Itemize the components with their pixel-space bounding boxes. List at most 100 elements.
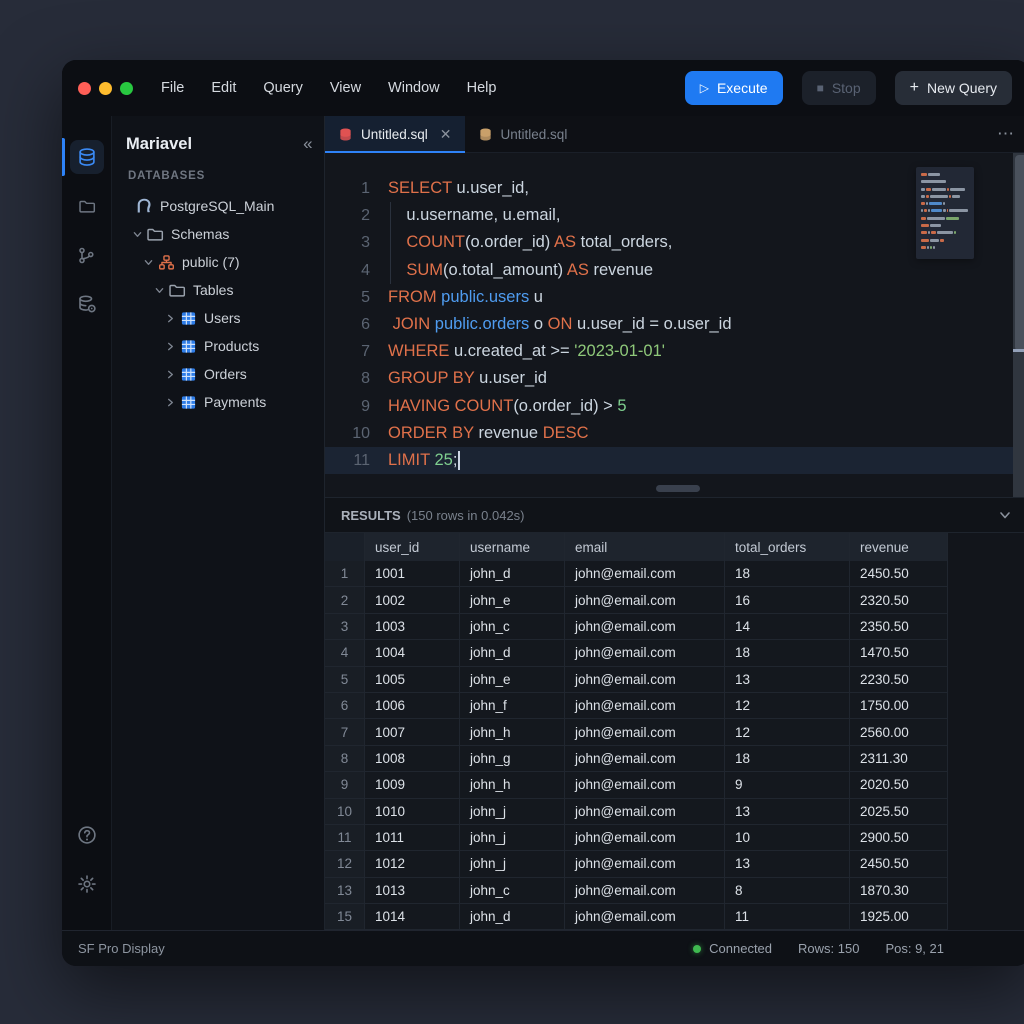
cell-revenue[interactable]: 2560.00 <box>850 719 948 744</box>
editor-scrollbar[interactable] <box>1013 153 1024 497</box>
rail-settings-gear-icon[interactable] <box>70 867 104 901</box>
cell-user_id[interactable]: 1010 <box>365 799 460 824</box>
cell-total_orders[interactable]: 12 <box>725 719 850 744</box>
cell-revenue[interactable]: 2025.50 <box>850 799 948 824</box>
cell-total_orders[interactable]: 10 <box>725 825 850 850</box>
rail-branch-icon[interactable] <box>70 238 104 272</box>
cell-email[interactable]: john@email.com <box>565 667 725 692</box>
rail-database-icon[interactable] <box>70 140 104 174</box>
cell-total_orders[interactable]: 14 <box>725 614 850 639</box>
cell-total_orders[interactable]: 12 <box>725 693 850 718</box>
cell-revenue[interactable]: 2350.50 <box>850 614 948 639</box>
tree-item-schemas[interactable]: Schemas <box>112 220 324 248</box>
menu-view[interactable]: View <box>330 80 361 96</box>
cell-username[interactable]: john_h <box>460 772 565 797</box>
cell-email[interactable]: john@email.com <box>565 799 725 824</box>
cell-revenue[interactable]: 1870.30 <box>850 878 948 903</box>
menu-edit[interactable]: Edit <box>211 80 236 96</box>
minimize-window-icon[interactable] <box>99 82 112 95</box>
cell-user_id[interactable]: 1011 <box>365 825 460 850</box>
code-line-5[interactable]: 5FROM public.users u <box>325 284 1024 311</box>
tree-item-orders[interactable]: Orders <box>112 360 324 388</box>
cell-total_orders[interactable]: 9 <box>725 772 850 797</box>
cell-revenue[interactable]: 2900.50 <box>850 825 948 850</box>
chevron-down-icon[interactable] <box>998 508 1012 522</box>
cell-user_id[interactable]: 1001 <box>365 561 460 586</box>
table-row[interactable]: 101010john_jjohn@email.com132025.50 <box>325 799 948 825</box>
menu-help[interactable]: Help <box>467 80 497 96</box>
table-row[interactable]: 121012john_jjohn@email.com132450.50 <box>325 851 948 877</box>
table-row[interactable]: 111011john_jjohn@email.com102900.50 <box>325 825 948 851</box>
rail-database-gear-icon[interactable] <box>70 287 104 321</box>
cell-revenue[interactable]: 2311.30 <box>850 746 948 771</box>
column-header-email[interactable]: email <box>565 533 725 561</box>
code-line-8[interactable]: 8GROUP BY u.user_id <box>325 365 1024 392</box>
sql-editor[interactable]: 1SELECT u.user_id,2 u.username, u.email,… <box>325 153 1024 497</box>
tree-item-payments[interactable]: Payments <box>112 388 324 416</box>
cell-email[interactable]: john@email.com <box>565 825 725 850</box>
chevron-right-icon[interactable] <box>163 370 178 379</box>
cell-username[interactable]: john_e <box>460 587 565 612</box>
cell-revenue[interactable]: 2320.50 <box>850 587 948 612</box>
new-query-button[interactable]: + New Query <box>895 71 1012 105</box>
tree-item-tables[interactable]: Tables <box>112 276 324 304</box>
column-header-user_id[interactable]: user_id <box>365 533 460 561</box>
table-row[interactable]: 71007john_hjohn@email.com122560.00 <box>325 719 948 745</box>
cell-total_orders[interactable]: 18 <box>725 746 850 771</box>
cell-email[interactable]: john@email.com <box>565 878 725 903</box>
double-chevron-left-icon[interactable]: « <box>303 134 310 154</box>
tab-untitled-sql-1[interactable]: Untitled.sql <box>465 116 581 152</box>
cell-total_orders[interactable]: 18 <box>725 561 850 586</box>
cell-revenue[interactable]: 1470.50 <box>850 640 948 665</box>
cell-username[interactable]: john_f <box>460 693 565 718</box>
cell-total_orders[interactable]: 8 <box>725 878 850 903</box>
cell-user_id[interactable]: 1013 <box>365 878 460 903</box>
cell-user_id[interactable]: 1004 <box>365 640 460 665</box>
code-line-11[interactable]: 11LIMIT 25; <box>325 447 1024 474</box>
table-row[interactable]: 91009john_hjohn@email.com92020.50 <box>325 772 948 798</box>
menu-window[interactable]: Window <box>388 80 440 96</box>
scrollbar-thumb[interactable] <box>1015 155 1024 351</box>
table-row[interactable]: 51005john_ejohn@email.com132230.50 <box>325 667 948 693</box>
cell-email[interactable]: john@email.com <box>565 561 725 586</box>
cell-username[interactable]: john_j <box>460 825 565 850</box>
chevron-right-icon[interactable] <box>163 398 178 407</box>
code-line-10[interactable]: 10ORDER BY revenue DESC <box>325 420 1024 447</box>
cell-user_id[interactable]: 1007 <box>365 719 460 744</box>
minimap[interactable] <box>916 167 974 259</box>
cell-total_orders[interactable]: 13 <box>725 851 850 876</box>
cell-total_orders[interactable]: 13 <box>725 799 850 824</box>
cell-user_id[interactable]: 1012 <box>365 851 460 876</box>
close-tab-icon[interactable]: ✕ <box>440 126 452 143</box>
table-row[interactable]: 61006john_fjohn@email.com121750.00 <box>325 693 948 719</box>
code-line-9[interactable]: 9HAVING COUNT(o.order_id) > 5 <box>325 393 1024 420</box>
table-row[interactable]: 81008john_gjohn@email.com182311.30 <box>325 746 948 772</box>
cell-username[interactable]: john_c <box>460 878 565 903</box>
chevron-right-icon[interactable] <box>163 314 178 323</box>
code-line-7[interactable]: 7WHERE u.created_at >= '2023-01-01' <box>325 338 1024 365</box>
cell-username[interactable]: john_h <box>460 719 565 744</box>
cell-user_id[interactable]: 1009 <box>365 772 460 797</box>
cell-user_id[interactable]: 1005 <box>365 667 460 692</box>
cell-email[interactable]: john@email.com <box>565 693 725 718</box>
cell-username[interactable]: john_j <box>460 799 565 824</box>
tree-item-public-7-[interactable]: public (7) <box>112 248 324 276</box>
cell-email[interactable]: john@email.com <box>565 772 725 797</box>
table-row[interactable]: 131013john_cjohn@email.com81870.30 <box>325 878 948 904</box>
cell-total_orders[interactable]: 13 <box>725 667 850 692</box>
cell-username[interactable]: john_j <box>460 851 565 876</box>
column-header-total_orders[interactable]: total_orders <box>725 533 850 561</box>
table-row[interactable]: 21002john_ejohn@email.com162320.50 <box>325 587 948 613</box>
tab-untitled-sql-0[interactable]: Untitled.sql✕ <box>325 116 465 152</box>
cell-email[interactable]: john@email.com <box>565 640 725 665</box>
tree-item-users[interactable]: Users <box>112 304 324 332</box>
chevron-down-icon[interactable] <box>130 230 145 239</box>
cell-revenue[interactable]: 2450.50 <box>850 561 948 586</box>
column-header-username[interactable]: username <box>460 533 565 561</box>
cell-user_id[interactable]: 1002 <box>365 587 460 612</box>
table-row[interactable]: 31003john_cjohn@email.com142350.50 <box>325 614 948 640</box>
code-line-4[interactable]: 4 SUM(o.total_amount) AS revenue <box>325 257 1024 284</box>
cell-revenue[interactable]: 2450.50 <box>850 851 948 876</box>
rail-help-icon[interactable] <box>70 818 104 852</box>
cell-user_id[interactable]: 1014 <box>365 904 460 929</box>
